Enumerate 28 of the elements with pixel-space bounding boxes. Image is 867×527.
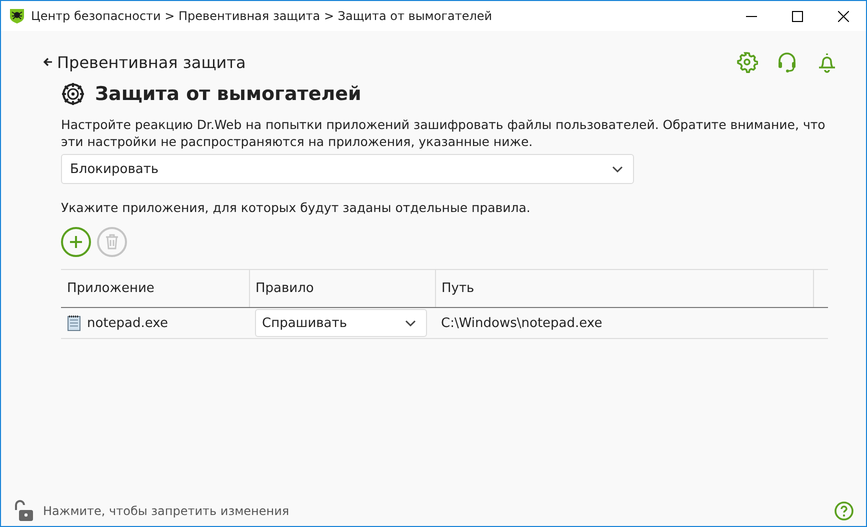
maximize-icon — [792, 10, 802, 22]
settings-icon[interactable] — [736, 51, 758, 73]
trash-icon — [105, 234, 119, 250]
headset-icon[interactable] — [776, 51, 798, 73]
chevron-down-icon — [612, 166, 623, 172]
column-header[interactable]: Путь — [435, 270, 813, 308]
action-dropdown[interactable]: Блокировать — [61, 154, 634, 184]
target-gear-icon — [61, 82, 85, 106]
plus-icon — [69, 235, 83, 249]
rule-dropdown[interactable]: Спрашивать — [255, 309, 427, 337]
close-icon — [838, 10, 848, 22]
apps-label: Укажите приложения, для которых будут заданы отдельные правила. — [61, 200, 532, 215]
lock-changes-link[interactable]: Нажмите, чтобы запретить изменения — [43, 504, 290, 518]
notepad-file-icon — [67, 315, 81, 331]
column-header[interactable]: Приложение — [61, 270, 249, 308]
window-title: Центр безопасности > Превентивная защита > Защита от вымогателей — [31, 9, 494, 23]
back-link[interactable]: Превентивная защита — [43, 52, 246, 72]
chevron-down-icon — [405, 320, 416, 326]
app-name: notepad.exe — [87, 316, 168, 330]
back-arrow-icon — [43, 57, 53, 67]
app-path: C:\Windows\notepad.exe — [441, 316, 602, 330]
column-header[interactable]: Правило — [249, 270, 435, 308]
description-text: Настройте реакцию Dr.Web на попытки приложений зашифровать файлы пользователей. Обратите внимание, что эти настройки не распространяются на приложения, указанные ниже. — [61, 116, 826, 150]
page-heading: Защита от вымогателей — [95, 83, 362, 105]
bell-icon[interactable] — [816, 51, 838, 73]
spider-logo-icon — [9, 8, 25, 24]
help-icon[interactable] — [834, 501, 854, 521]
add-button[interactable] — [61, 227, 91, 257]
